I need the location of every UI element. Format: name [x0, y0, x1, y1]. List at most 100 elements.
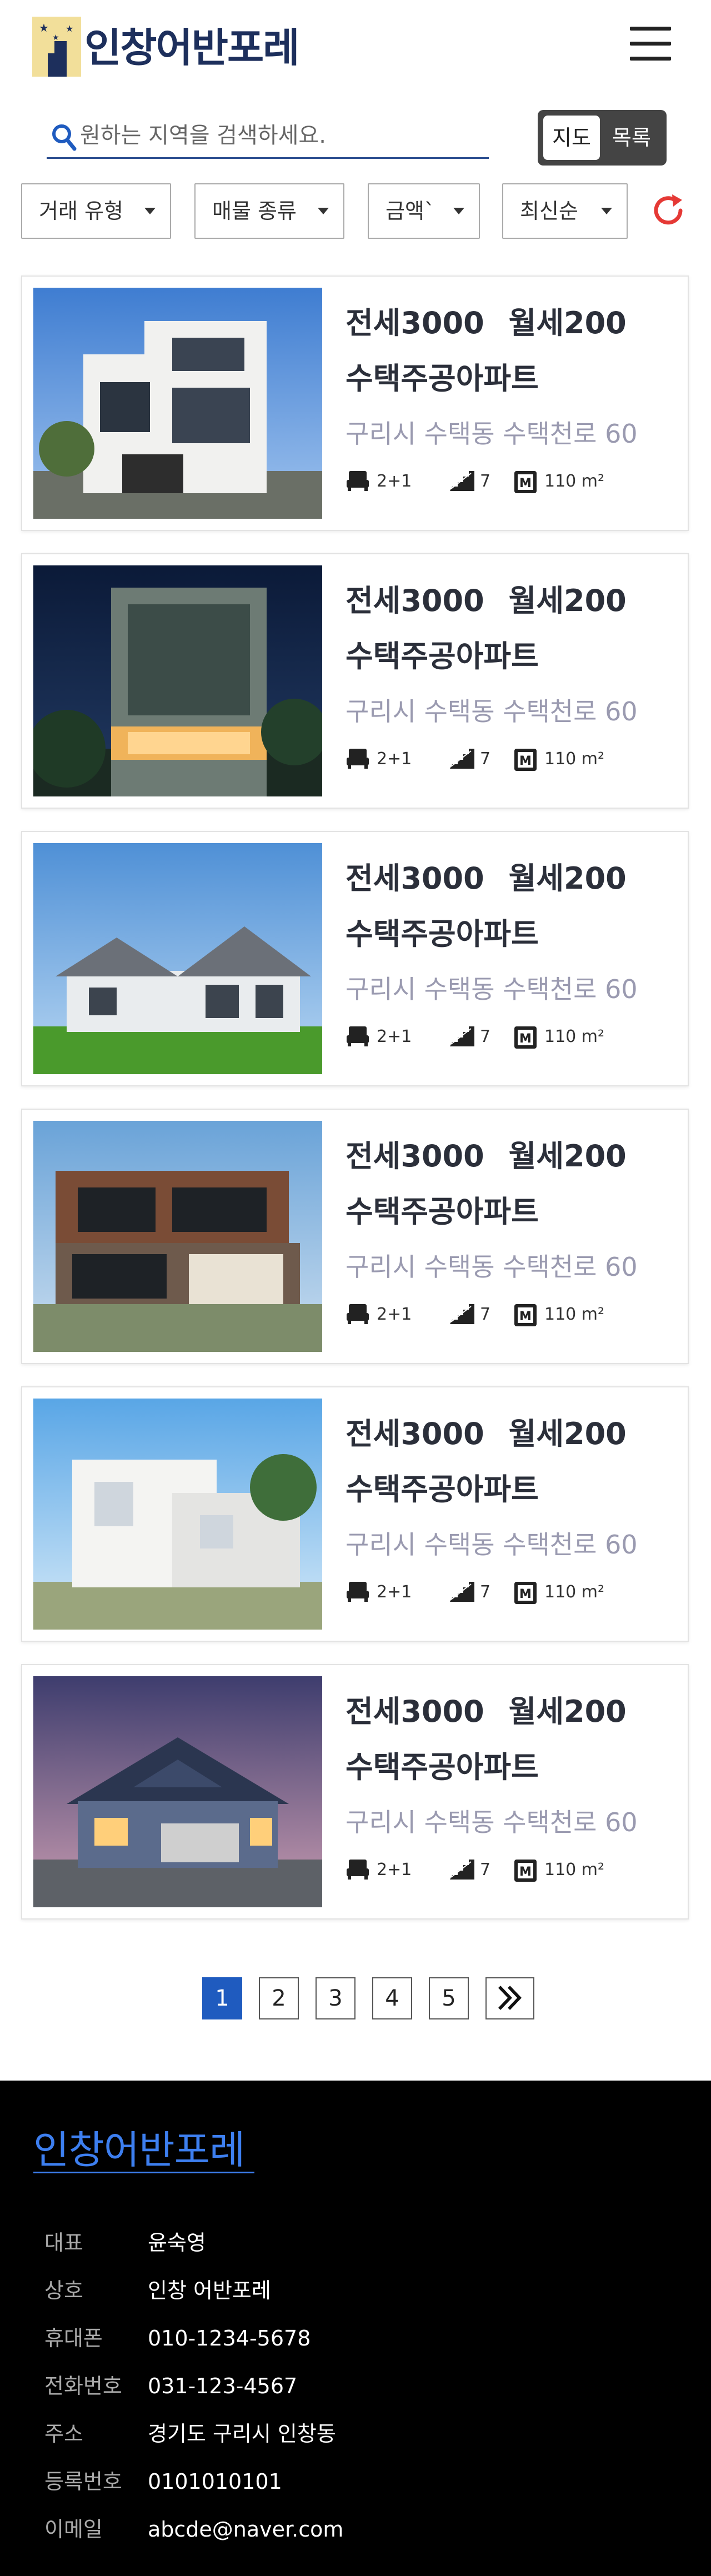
area-value: 110 m²	[544, 1860, 605, 1880]
property-thumbnail[interactable]	[33, 843, 322, 1074]
refresh-icon[interactable]	[650, 192, 687, 229]
caret-down-icon	[453, 208, 464, 214]
price-label: 금액`	[385, 199, 435, 223]
footer-value[interactable]: abcde@naver.com	[148, 2513, 343, 2546]
listing-card[interactable]: 전세3000 월세200 수택주공아파트 구리시 수택동 수택천로 60 2+1 …	[21, 553, 689, 809]
property-address: 구리시 수택동 수택천로 60	[346, 1252, 638, 1282]
area-value: 110 m²	[544, 1305, 605, 1324]
listing-card[interactable]: 전세3000 월세200 수택주공아파트 구리시 수택동 수택천로 60 2+1 …	[21, 831, 689, 1086]
jeonse-price: 전세3000	[346, 583, 484, 618]
property-photo	[33, 1121, 322, 1352]
price-select[interactable]: 금액`	[368, 183, 480, 239]
area-icon: M	[514, 1860, 537, 1882]
listing-card[interactable]: 전세3000 월세200 수택주공아파트 구리시 수택동 수택천로 60 2+1 …	[21, 1664, 689, 1920]
svg-text:M: M	[519, 1587, 532, 1601]
area-icon: M	[514, 1582, 537, 1604]
list-view-button[interactable]: 목록	[603, 116, 660, 160]
listing-price: 전세3000 월세200	[346, 1134, 627, 1179]
property-name: 수택주공아파트	[346, 1472, 539, 1507]
footer-value[interactable]: 010-1234-5678	[148, 2322, 311, 2355]
area-value: 110 m²	[544, 1027, 605, 1046]
sort-select[interactable]: 최신순	[502, 183, 628, 239]
area-icon: M	[514, 471, 537, 493]
search-input[interactable]	[80, 119, 480, 152]
area-icon: M	[514, 1304, 537, 1326]
header: ★ ★ ★ 인창어반포레	[0, 0, 711, 97]
monthly-price: 월세200	[508, 1139, 627, 1174]
monthly-price: 월세200	[508, 861, 627, 896]
caret-down-icon	[144, 208, 156, 214]
bed-icon	[347, 1860, 369, 1880]
rooms-value: 2+1	[377, 1027, 412, 1046]
page-1-button[interactable]: 1	[202, 1977, 242, 2019]
property-thumbnail[interactable]	[33, 565, 322, 796]
property-name: 수택주공아파트	[346, 639, 539, 674]
stairs-icon	[450, 1860, 474, 1880]
rooms-value: 2+1	[377, 1860, 412, 1880]
next-page-button[interactable]	[485, 1977, 534, 2019]
footer-value[interactable]: 031-123-4567	[148, 2369, 297, 2403]
footer-value: 윤숙영	[148, 2231, 206, 2255]
svg-text:M: M	[519, 477, 532, 490]
jeonse-price: 전세3000	[346, 861, 484, 896]
deal-type-select[interactable]: 거래 유형	[21, 183, 171, 239]
property-address: 구리시 수택동 수택천로 60	[346, 1807, 638, 1837]
area-icon: M	[514, 749, 537, 771]
footer-value: 경기도 구리시 인창동	[148, 2422, 336, 2446]
rooms-value: 2+1	[377, 1582, 412, 1602]
view-toggle: 지도 목록	[538, 110, 667, 166]
property-address: 구리시 수택동 수택천로 60	[346, 974, 638, 1004]
property-thumbnail[interactable]	[33, 1676, 322, 1907]
page-2-button[interactable]: 2	[259, 1977, 299, 2019]
footer-value: 0101010101	[148, 2469, 282, 2494]
property-address: 구리시 수택동 수택천로 60	[346, 419, 638, 449]
footer-label: 상호	[44, 2278, 83, 2303]
page-3-button[interactable]: 3	[316, 1977, 356, 2019]
footer-label: 주소	[44, 2422, 83, 2446]
property-photo	[33, 1676, 322, 1907]
rooms-value: 2+1	[377, 472, 412, 491]
rooms-value: 2+1	[377, 749, 412, 769]
jeonse-price: 전세3000	[346, 1694, 484, 1729]
floor-value: 7	[480, 472, 491, 491]
footer-title: 인창어반포레	[33, 2127, 245, 2173]
map-view-button[interactable]: 지도	[543, 116, 600, 160]
svg-text:M: M	[519, 754, 532, 768]
property-thumbnail[interactable]	[33, 1121, 322, 1352]
jeonse-price: 전세3000	[346, 305, 484, 340]
logo-icon[interactable]: ★ ★ ★	[32, 17, 81, 77]
listing-card[interactable]: 전세3000 월세200 수택주공아파트 구리시 수택동 수택천로 60 2+1 …	[21, 275, 689, 531]
jeonse-price: 전세3000	[346, 1139, 484, 1174]
property-thumbnail[interactable]	[33, 288, 322, 519]
stairs-icon	[450, 1582, 474, 1602]
property-photo	[33, 1399, 322, 1630]
page-5-button[interactable]: 5	[429, 1977, 469, 2019]
property-type-select[interactable]: 매물 종류	[194, 183, 344, 239]
footer-label: 등록번호	[44, 2469, 122, 2494]
property-address: 구리시 수택동 수택천로 60	[346, 1530, 638, 1560]
bed-icon	[347, 749, 369, 769]
footer-value: 인창 어반포레	[148, 2278, 271, 2303]
caret-down-icon	[601, 208, 612, 214]
logo-text[interactable]: 인창어반포레	[84, 26, 299, 70]
footer-label: 휴대폰	[44, 2326, 103, 2351]
monthly-price: 월세200	[508, 1416, 627, 1451]
area-icon: M	[514, 1026, 537, 1049]
listing-card[interactable]: 전세3000 월세200 수택주공아파트 구리시 수택동 수택천로 60 2+1 …	[21, 1109, 689, 1364]
footer: 인창어반포레 대표 윤숙영상호 인창 어반포레휴대폰 010-1234-5678…	[0, 2081, 711, 2576]
menu-icon[interactable]	[630, 27, 671, 61]
listing-card[interactable]: 전세3000 월세200 수택주공아파트 구리시 수택동 수택천로 60 2+1 …	[21, 1386, 689, 1642]
bed-icon	[347, 1026, 369, 1046]
listing-price: 전세3000 월세200	[346, 1412, 627, 1456]
property-address: 구리시 수택동 수택천로 60	[346, 696, 638, 726]
floor-value: 7	[480, 749, 491, 769]
property-type-label: 매물 종류	[212, 199, 297, 223]
property-thumbnail[interactable]	[33, 1399, 322, 1630]
monthly-price: 월세200	[508, 305, 627, 340]
footer-label: 전화번호	[44, 2374, 122, 2398]
svg-text:M: M	[519, 1865, 532, 1879]
search-bar	[47, 116, 489, 159]
footer-label: 대표	[44, 2231, 83, 2255]
page-4-button[interactable]: 4	[372, 1977, 412, 2019]
double-chevron-right-icon	[498, 1986, 522, 2010]
